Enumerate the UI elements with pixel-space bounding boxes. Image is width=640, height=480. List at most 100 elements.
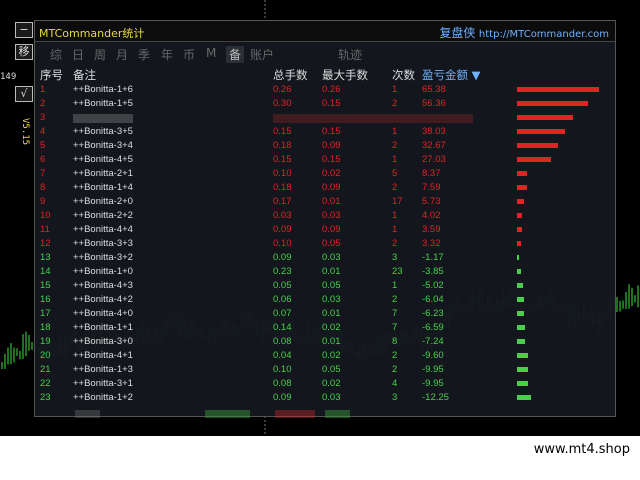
row-index: 6 [40, 154, 46, 165]
row-max-lots: 0.09 [322, 140, 341, 151]
row-pnl: -9.95 [422, 378, 444, 389]
pnl-bar [517, 199, 525, 204]
tab-7[interactable]: M [206, 46, 216, 60]
move-button[interactable]: 移 [15, 44, 33, 60]
row-max-lots: 0.01 [322, 266, 341, 277]
table-row[interactable]: 8 ++Bonitta-1+4 0.18 0.09 2 7.59 [35, 182, 615, 196]
tab-4[interactable]: 季 [138, 46, 150, 63]
brand-link[interactable]: 复盘侠 http://MTCommander.com [439, 24, 609, 41]
row-remark: ++Bonitta-1+4 [73, 182, 133, 193]
row-count: 7 [392, 308, 398, 319]
pnl-bar [517, 339, 526, 344]
row-pnl: 8.37 [422, 168, 441, 179]
tab-6[interactable]: 币 [183, 46, 195, 63]
row-remark: ++Bonitta-1+1 [73, 322, 133, 333]
row-total-lots: 0.10 [273, 168, 292, 179]
brand-url: http://MTCommander.com [478, 29, 609, 40]
row-count: 1 [392, 126, 398, 137]
header-index[interactable]: 序号 [40, 67, 63, 83]
row-remark: ++Bonitta-3+2 [73, 252, 133, 263]
row-max-lots: 0.26 [322, 84, 341, 95]
row-index: 18 [40, 322, 51, 333]
tab-0[interactable]: 综 [50, 46, 62, 63]
table-row[interactable]: 7 ++Bonitta-2+1 0.10 0.02 5 8.37 [35, 168, 615, 182]
table-row[interactable]: 10 ++Bonitta-2+2 0.03 0.03 1 4.02 [35, 210, 615, 224]
table-row[interactable]: 1 ++Bonitta-1+6 0.26 0.26 1 65.38 [35, 84, 615, 98]
pnl-bar [517, 255, 519, 260]
table-row[interactable]: 4 ++Bonitta-3+5 0.15 0.15 1 38.03 [35, 126, 615, 140]
header-max-lots[interactable]: 最大手数 [322, 67, 368, 83]
tab-10[interactable]: 轨迹 [338, 46, 362, 63]
row-total-lots: 0.18 [273, 182, 292, 193]
header-count[interactable]: 次数 [392, 67, 415, 83]
header-pnl-sorted[interactable]: 盈亏金额 ▼ [422, 67, 481, 83]
row-pnl: -9.60 [422, 350, 444, 361]
table-row[interactable]: 11 ++Bonitta-4+4 0.09 0.09 1 3.59 [35, 224, 615, 238]
pnl-bar [517, 311, 525, 316]
row-index: 17 [40, 308, 51, 319]
row-remark: ++Bonitta-3+5 [73, 126, 133, 137]
table-row[interactable]: 13 ++Bonitta-3+2 0.09 0.03 3 -1.17 [35, 252, 615, 266]
table-row[interactable]: 21 ++Bonitta-1+3 0.10 0.05 2 -9.95 [35, 364, 615, 378]
table-row[interactable]: 18 ++Bonitta-1+1 0.14 0.02 7 -6.59 [35, 322, 615, 336]
row-remark: ++Bonitta-1+6 [73, 84, 133, 95]
row-max-lots: 0.01 [322, 308, 341, 319]
row-total-lots: 0.03 [273, 210, 292, 221]
table-row[interactable]: 22 ++Bonitta-3+1 0.08 0.02 4 -9.95 [35, 378, 615, 392]
table-row[interactable]: 23 ++Bonitta-1+2 0.09 0.03 3 -12.25 [35, 392, 615, 406]
row-total-lots: 0.04 [273, 350, 292, 361]
row-remark: ++Bonitta-4+4 [73, 224, 133, 235]
tab-2[interactable]: 周 [94, 46, 106, 63]
check-button[interactable]: √ [15, 86, 33, 102]
table-row[interactable]: 6 ++Bonitta-4+5 0.15 0.15 1 27.03 [35, 154, 615, 168]
table-row[interactable]: 3 [35, 112, 615, 126]
table-row[interactable]: 20 ++Bonitta-4+1 0.04 0.02 2 -9.60 [35, 350, 615, 364]
row-index: 23 [40, 392, 51, 403]
tab-1[interactable]: 日 [72, 46, 84, 63]
row-count: 1 [392, 154, 398, 165]
pnl-bar [517, 269, 522, 274]
table-row[interactable]: 16 ++Bonitta-4+2 0.06 0.03 2 -6.04 [35, 294, 615, 308]
pnl-bar [517, 129, 565, 134]
brand-name: 复盘侠 [439, 26, 476, 40]
pnl-bar [517, 87, 599, 92]
row-count: 2 [392, 350, 398, 361]
row-remark: ++Bonitta-4+0 [73, 308, 133, 319]
pnl-bar [517, 367, 529, 372]
table-row[interactable]: 15 ++Bonitta-4+3 0.05 0.05 1 -5.02 [35, 280, 615, 294]
row-index: 14 [40, 266, 51, 277]
row-remark: ++Bonitta-4+1 [73, 350, 133, 361]
header-total-lots[interactable]: 总手数 [273, 67, 308, 83]
table-row[interactable]: 5 ++Bonitta-3+4 0.18 0.09 2 32.67 [35, 140, 615, 154]
table-row[interactable]: 19 ++Bonitta-3+0 0.08 0.01 8 -7.24 [35, 336, 615, 350]
row-count: 2 [392, 294, 398, 305]
table-row[interactable]: 9 ++Bonitta-2+0 0.17 0.01 17 5.73 [35, 196, 615, 210]
row-pnl: -1.17 [422, 252, 444, 263]
row-pnl: 38.03 [422, 126, 446, 137]
tab-9[interactable]: 账户 [250, 46, 274, 63]
table-row[interactable]: 14 ++Bonitta-1+0 0.23 0.01 23 -3.85 [35, 266, 615, 280]
version-label: V5.15 [20, 118, 30, 146]
pnl-bar [517, 283, 523, 288]
minimize-button[interactable]: − [15, 22, 33, 38]
tab-5[interactable]: 年 [161, 46, 173, 63]
row-total-lots: 0.08 [273, 378, 292, 389]
row-count: 8 [392, 336, 398, 347]
statistics-panel: MTCommander统计 复盘侠 http://MTCommander.com… [34, 20, 616, 418]
tab-3[interactable]: 月 [116, 46, 128, 63]
row-pnl: 32.67 [422, 140, 446, 151]
table-row[interactable]: 2 ++Bonitta-1+5 0.30 0.15 2 56.36 [35, 98, 615, 112]
row-index: 1 [40, 84, 46, 95]
row-total-lots: 0.17 [273, 196, 292, 207]
row-count: 23 [392, 266, 403, 277]
table-row[interactable]: 17 ++Bonitta-4+0 0.07 0.01 7 -6.23 [35, 308, 615, 322]
table-row[interactable]: 12 ++Bonitta-3+3 0.10 0.05 2 3.32 [35, 238, 615, 252]
panel-titlebar[interactable]: MTCommander统计 复盘侠 http://MTCommander.com [35, 21, 615, 42]
pnl-bar [517, 297, 524, 302]
pnl-bar [517, 395, 532, 400]
header-remark[interactable]: 备注 [73, 67, 96, 83]
row-total-lots: 0.23 [273, 266, 292, 277]
tab-8[interactable]: 备 [226, 46, 245, 63]
row-index: 11 [40, 224, 50, 235]
row-pnl: 3.59 [422, 224, 441, 235]
